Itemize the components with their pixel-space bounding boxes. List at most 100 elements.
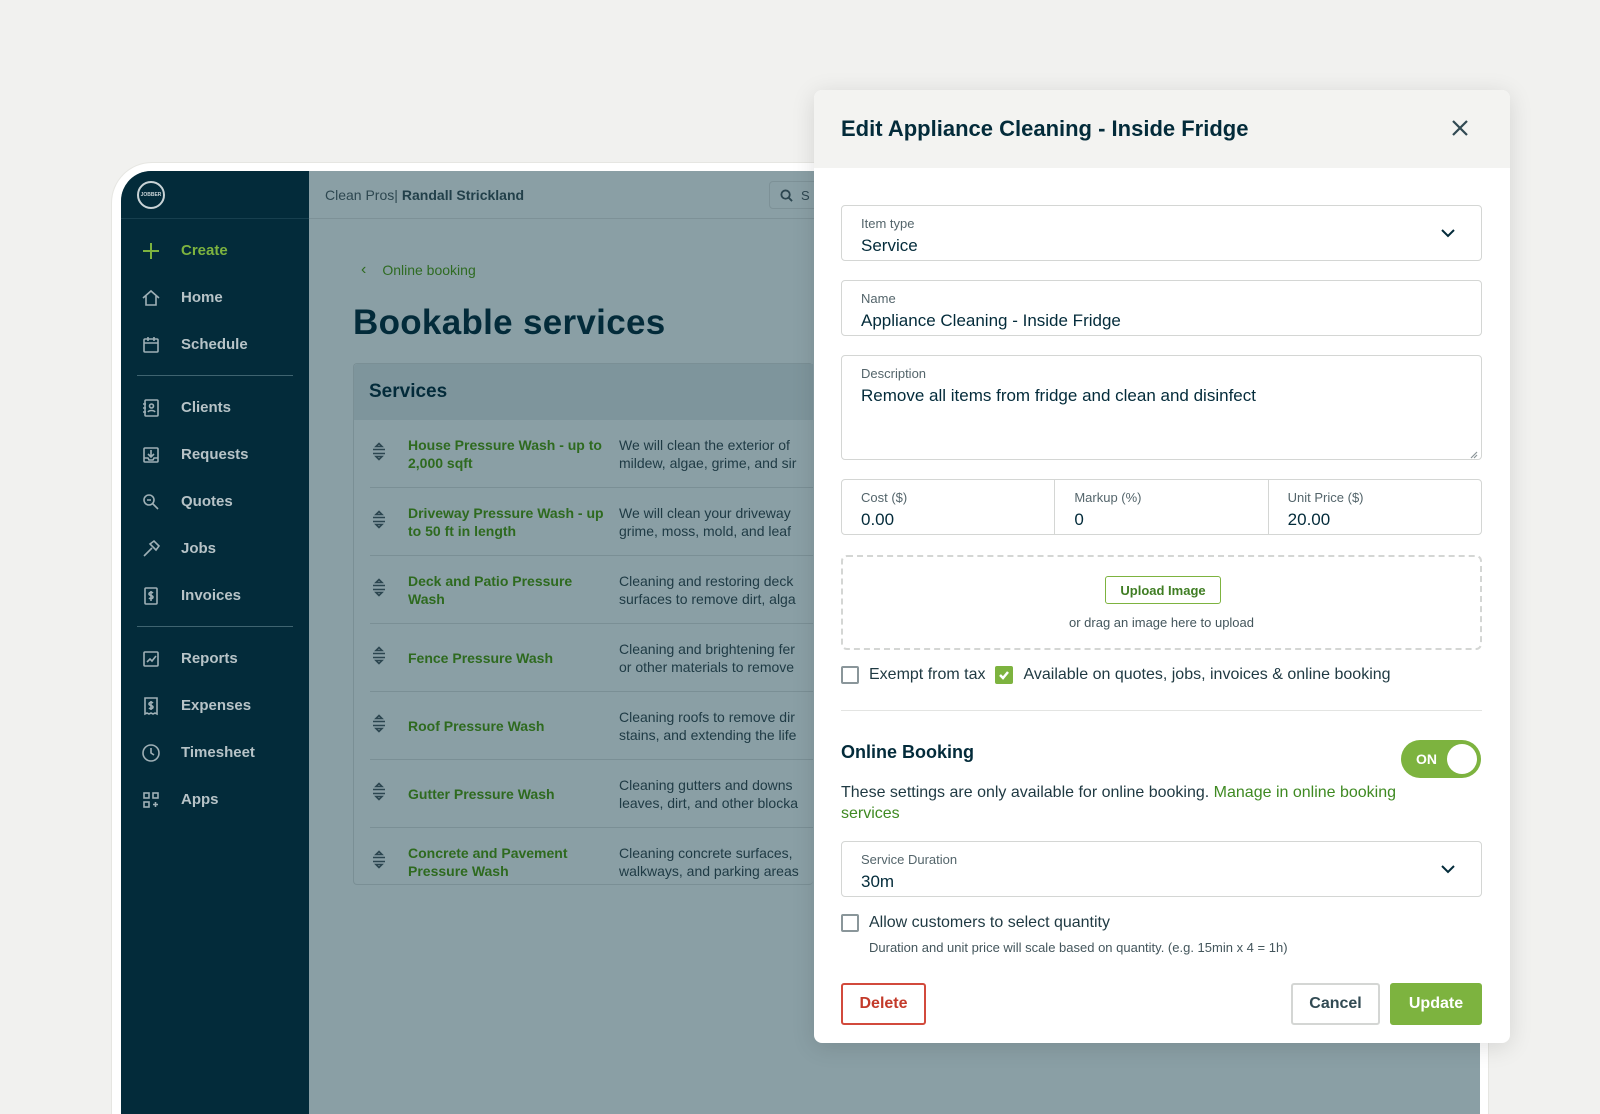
sidebar-item-label: Schedule <box>181 336 248 353</box>
allow-quantity-label: Allow customers to select quantity <box>869 914 1110 931</box>
service-row[interactable]: Fence Pressure Wash Cleaning and brighte… <box>370 624 813 692</box>
upload-image-button[interactable]: Upload Image <box>1105 576 1221 604</box>
markup-field[interactable]: Markup (%) 0 <box>1055 480 1269 534</box>
service-description-line: surfaces to remove dirt, alga <box>619 590 796 607</box>
service-description-line: Cleaning gutters and downs <box>619 776 793 793</box>
cost-label: Cost ($) <box>861 490 908 505</box>
service-description-line: Cleaning concrete surfaces, <box>619 845 793 861</box>
drag-handle-icon[interactable] <box>371 441 387 465</box>
allow-quantity-hint: Duration and unit price will scale based… <box>869 940 1288 955</box>
markup-label: Markup (%) <box>1074 490 1142 505</box>
logo-area: JOBBER <box>121 171 309 219</box>
service-description: Cleaning and restoring deck surfaces to r… <box>619 572 819 608</box>
chevron-down-icon <box>1439 860 1457 878</box>
sidebar-item-reports[interactable]: Reports <box>121 635 309 682</box>
service-name[interactable]: Roof Pressure Wash <box>408 717 608 735</box>
toggle-label: ON <box>1416 751 1437 767</box>
service-name[interactable]: House Pressure Wash - up to 2,000 sqft <box>408 436 608 472</box>
service-name[interactable]: Concrete and Pavement Pressure Wash <box>408 844 608 880</box>
tax-availability-row: Exempt from tax Available on quotes, job… <box>841 666 1391 684</box>
cancel-button[interactable]: Cancel <box>1291 983 1380 1025</box>
services-card: Services House Pressure Wash - up to 2,0… <box>353 363 813 885</box>
sidebar-item-requests[interactable]: Requests <box>121 431 309 478</box>
sidebar-divider <box>137 626 293 627</box>
service-name[interactable]: Deck and Patio Pressure Wash <box>408 572 608 608</box>
jobber-logo[interactable]: JOBBER <box>137 180 165 209</box>
service-description-line: or other materials to remove <box>619 658 795 675</box>
invoice-dollar-icon <box>141 586 161 606</box>
upload-hint: or drag an image here to upload <box>1068 615 1254 630</box>
service-description-line: Cleaning and brightening fer <box>619 640 795 657</box>
sidebar-item-jobs[interactable]: Jobs <box>121 525 309 572</box>
sidebar-item-schedule[interactable]: Schedule <box>121 321 309 368</box>
sidebar-item-create[interactable]: Create <box>121 227 309 274</box>
drag-handle-icon[interactable] <box>371 577 387 601</box>
close-button[interactable] <box>1448 116 1472 140</box>
exempt-tax-checkbox[interactable] <box>841 666 859 684</box>
service-description-line: Cleaning and restoring deck <box>619 572 794 589</box>
service-name[interactable]: Gutter Pressure Wash <box>408 785 608 803</box>
description-field[interactable]: Description Remove all items from fridge… <box>841 355 1482 460</box>
modal-title: Edit Appliance Cleaning - Inside Fridge <box>841 116 1249 141</box>
drag-handle-icon[interactable] <box>371 781 387 805</box>
cost-field[interactable]: Cost ($) 0.00 <box>842 480 1056 534</box>
service-description: Cleaning concrete surfaces, walkways, and… <box>619 844 819 880</box>
drag-handle-icon[interactable] <box>371 713 387 737</box>
service-name[interactable]: Driveway Pressure Wash - up to 50 ft in … <box>408 504 608 540</box>
unit-price-field[interactable]: Unit Price ($) 20.00 <box>1269 480 1481 534</box>
sidebar-item-label: Expenses <box>181 697 252 714</box>
allow-quantity-checkbox[interactable] <box>841 914 859 932</box>
back-link[interactable]: ‹ Online booking <box>361 261 476 279</box>
back-link-label: Online booking <box>382 262 476 278</box>
service-row[interactable]: Roof Pressure Wash Cleaning roofs to rem… <box>370 692 813 760</box>
available-checkbox[interactable] <box>995 666 1014 684</box>
sidebar-item-clients[interactable]: Clients <box>121 384 309 431</box>
sidebar-item-apps[interactable]: Apps <box>121 776 309 823</box>
sidebar-item-home[interactable]: Home <box>121 274 309 321</box>
quote-magnifier-icon <box>141 492 161 512</box>
contact-book-icon <box>141 398 161 418</box>
drag-handle-icon[interactable] <box>371 850 387 874</box>
pricing-fields: Cost ($) 0.00 Markup (%) 0 Unit Price ($… <box>841 479 1482 535</box>
service-description: Cleaning and brightening fer or other mat… <box>619 640 819 676</box>
delete-button[interactable]: Delete <box>841 983 926 1025</box>
sidebar-item-expenses[interactable]: Expenses <box>121 682 309 729</box>
drag-handle-icon[interactable] <box>371 645 387 669</box>
page-title: Bookable services <box>353 303 666 342</box>
service-description-line: walkways, and parking areas <box>619 863 799 879</box>
modal-header: Edit Appliance Cleaning - Inside Fridge <box>814 90 1510 168</box>
service-name[interactable]: Fence Pressure Wash <box>408 649 608 667</box>
duration-value: 30m <box>861 872 895 891</box>
drag-handle-icon[interactable] <box>371 509 387 533</box>
service-duration-select[interactable]: Service Duration 30m <box>841 841 1482 897</box>
allow-quantity-row: Allow customers to select quantity <box>841 914 1110 932</box>
online-booking-toggle[interactable]: ON <box>1401 740 1481 778</box>
service-description-line: stains, and extending the life <box>619 726 797 743</box>
service-description: Cleaning gutters and downs leaves, dirt, … <box>619 776 819 812</box>
service-description: We will clean the exterior of mildew, alg… <box>619 436 819 472</box>
service-row[interactable]: Deck and Patio Pressure Wash Cleaning an… <box>370 556 813 624</box>
name-field[interactable]: Name Appliance Cleaning - Inside Fridge <box>841 280 1482 336</box>
sidebar-item-invoices[interactable]: Invoices <box>121 572 309 619</box>
divider <box>841 710 1482 711</box>
update-button[interactable]: Update <box>1390 983 1482 1025</box>
item-type-value: Service <box>861 236 918 255</box>
chevron-left-icon: ‹ <box>361 261 367 278</box>
service-row[interactable]: Concrete and Pavement Pressure Wash Clea… <box>370 828 813 896</box>
item-type-select[interactable]: Item type Service <box>841 205 1482 261</box>
logo-text: JOBBER <box>140 191 162 198</box>
image-dropzone[interactable]: Upload Image or drag an image here to up… <box>841 555 1482 650</box>
service-row[interactable]: House Pressure Wash - up to 2,000 sqft W… <box>370 420 813 488</box>
home-icon <box>141 288 161 308</box>
edit-item-modal: Edit Appliance Cleaning - Inside Fridge … <box>814 90 1510 1043</box>
service-row[interactable]: Driveway Pressure Wash - up to 50 ft in … <box>370 488 813 556</box>
name-value: Appliance Cleaning - Inside Fridge <box>861 311 1121 330</box>
resize-handle-icon[interactable] <box>1468 446 1478 459</box>
sidebar-item-label: Reports <box>181 650 238 667</box>
service-description-line: grime, moss, mold, and leaf <box>619 522 791 539</box>
sidebar-item-quotes[interactable]: Quotes <box>121 478 309 525</box>
sidebar-item-timesheet[interactable]: Timesheet <box>121 729 309 776</box>
user-name[interactable]: Randall Strickland <box>402 187 524 203</box>
service-row[interactable]: Gutter Pressure Wash Cleaning gutters an… <box>370 760 813 828</box>
sidebar-item-label: Requests <box>181 446 249 463</box>
